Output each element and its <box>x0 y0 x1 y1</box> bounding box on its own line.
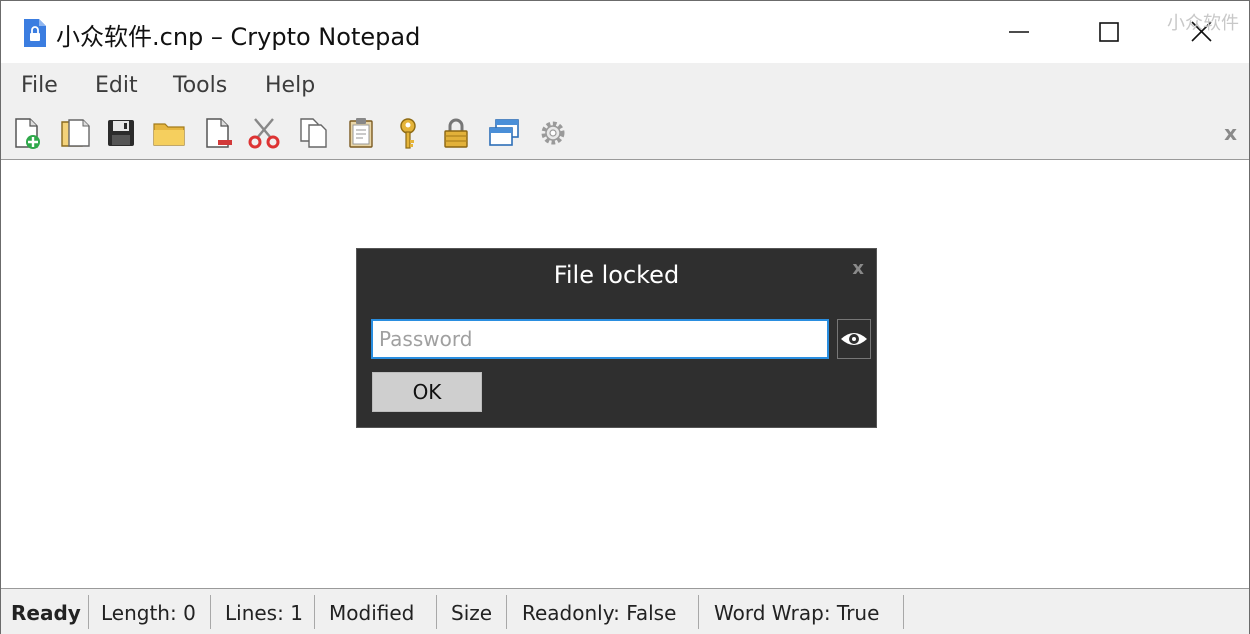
paste-icon[interactable] <box>344 116 378 150</box>
status-separator <box>88 595 89 629</box>
delete-file-icon[interactable] <box>201 116 235 150</box>
open-files-icon[interactable] <box>58 116 92 150</box>
toolbar-close-button[interactable]: x <box>1224 121 1237 145</box>
cut-icon[interactable] <box>247 116 281 150</box>
key-icon[interactable] <box>391 116 425 150</box>
status-separator <box>506 595 507 629</box>
title-bar[interactable]: 小众软件.cnp – Crypto Notepad 小众软件 <box>1 1 1249 63</box>
window-title: 小众软件.cnp – Crypto Notepad <box>56 23 421 51</box>
show-password-button[interactable] <box>837 319 871 359</box>
status-size: Size <box>451 601 493 625</box>
copy-icon[interactable] <box>297 116 331 150</box>
toolbar: x <box>1 107 1249 160</box>
dialog-close-button[interactable]: x <box>852 258 864 279</box>
status-separator <box>903 595 904 629</box>
save-icon[interactable] <box>104 116 138 150</box>
status-ready: Ready <box>11 601 81 625</box>
menu-help[interactable]: Help <box>265 73 315 98</box>
settings-gear-icon[interactable] <box>536 116 570 150</box>
status-wordwrap: Word Wrap: True <box>714 601 880 625</box>
new-file-icon[interactable] <box>10 116 44 150</box>
ok-button[interactable]: OK <box>372 372 482 412</box>
status-separator <box>698 595 699 629</box>
app-window: 小众软件.cnp – Crypto Notepad 小众软件 File Edit… <box>0 0 1250 634</box>
status-length: Length: 0 <box>101 601 196 625</box>
maximize-button[interactable] <box>1084 13 1134 53</box>
folder-icon[interactable] <box>152 116 186 150</box>
status-separator <box>436 595 437 629</box>
status-readonly: Readonly: False <box>522 601 677 625</box>
file-locked-dialog: File locked x OK <box>356 248 877 428</box>
lock-icon[interactable] <box>439 116 473 150</box>
windows-icon[interactable] <box>487 116 521 150</box>
status-modified: Modified <box>329 601 415 625</box>
status-separator <box>314 595 315 629</box>
status-lines: Lines: 1 <box>225 601 303 625</box>
minimize-button[interactable] <box>994 13 1044 53</box>
status-bar: Ready Length: 0 Lines: 1 Modified Size R… <box>1 588 1249 634</box>
status-separator <box>210 595 211 629</box>
watermark-text: 小众软件 <box>1167 13 1239 34</box>
app-lock-file-icon <box>24 19 46 47</box>
eye-icon <box>841 333 867 345</box>
menu-bar: File Edit Tools Help <box>1 63 1249 107</box>
menu-tools[interactable]: Tools <box>173 73 227 98</box>
password-input[interactable] <box>371 319 829 359</box>
dialog-title: File locked <box>553 261 680 289</box>
menu-file[interactable]: File <box>21 73 58 98</box>
menu-edit[interactable]: Edit <box>95 73 138 98</box>
